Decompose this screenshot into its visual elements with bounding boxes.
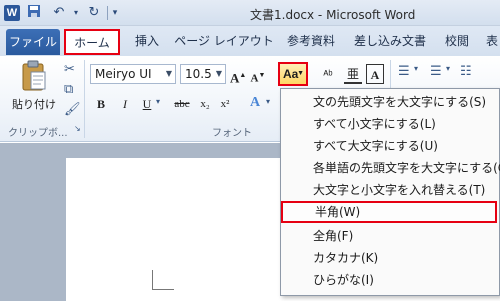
- customize-qat-icon[interactable]: ▾: [110, 4, 120, 22]
- menu-item-hiragana[interactable]: ひらがな(I): [281, 269, 499, 291]
- menu-item-uppercase[interactable]: すべて大文字にする(U): [281, 135, 499, 157]
- clipboard-group-label: クリップボ...: [8, 128, 68, 139]
- undo-dropdown-icon[interactable]: ▾: [72, 4, 80, 22]
- font-group-label: フォント: [212, 128, 252, 139]
- text-effects-icon[interactable]: A: [246, 93, 264, 113]
- undo-icon[interactable]: ↶: [48, 4, 70, 22]
- text-effects-dropdown-icon[interactable]: ▾: [266, 97, 270, 106]
- redo-icon[interactable]: ↻: [86, 4, 102, 22]
- clipboard-launcher-icon[interactable]: ↘: [74, 124, 81, 133]
- group-separator: [84, 60, 85, 138]
- numbering-dropdown-icon[interactable]: ▾: [446, 64, 450, 73]
- tab-file[interactable]: ファイル: [6, 29, 60, 55]
- title-bar: W ↶ ▾ ↻ ▾ 文書1.docx - Microsoft Word: [0, 0, 500, 26]
- font-size-dropdown-icon[interactable]: ▼: [216, 65, 222, 83]
- change-case-label: Aa: [283, 67, 299, 81]
- character-border-icon[interactable]: A: [366, 64, 384, 84]
- clear-formatting-icon[interactable]: ᴬᵇ: [318, 65, 338, 85]
- format-painter-icon[interactable]: 🖌: [64, 102, 81, 117]
- tab-home[interactable]: ホーム: [64, 29, 120, 55]
- underline-dropdown-icon[interactable]: ▾: [156, 97, 160, 106]
- tab-insert[interactable]: 挿入: [128, 26, 166, 56]
- paste-button[interactable]: 貼り付け: [12, 96, 56, 112]
- font-name-dropdown-icon[interactable]: ▼: [166, 65, 172, 83]
- bullets-icon[interactable]: ☰: [398, 64, 410, 79]
- font-name-value: Meiryo UI: [95, 67, 152, 81]
- change-case-menu: 文の先頭文字を大文字にする(S) すべて小文字にする(L) すべて大文字にする(…: [280, 88, 500, 296]
- phonetic-guide-icon[interactable]: 亜: [344, 64, 362, 84]
- multilevel-list-icon[interactable]: ☷: [460, 64, 472, 79]
- change-case-button[interactable]: Aa ▼: [278, 62, 308, 86]
- underline-icon[interactable]: U: [140, 94, 154, 114]
- tab-references[interactable]: 参考資料: [280, 26, 342, 56]
- font-name-combo[interactable]: Meiryo UI ▼: [90, 64, 176, 84]
- menu-item-sentence-case[interactable]: 文の先頭文字を大文字にする(S): [281, 91, 499, 113]
- tab-review[interactable]: 校閲: [438, 26, 476, 56]
- tab-view[interactable]: 表: [484, 26, 500, 56]
- change-case-dropdown-icon: ▼: [297, 70, 304, 77]
- margin-corner-mark: [152, 270, 174, 290]
- tab-page-layout[interactable]: ページ レイアウト: [174, 26, 274, 56]
- menu-item-full-width[interactable]: 全角(F): [281, 225, 499, 247]
- subscript-icon[interactable]: x₂: [198, 94, 212, 114]
- grow-font-icon[interactable]: A▲: [230, 65, 246, 85]
- tab-mailings[interactable]: 差し込み文書: [348, 26, 432, 56]
- strikethrough-icon[interactable]: abc: [170, 94, 194, 114]
- menu-item-katakana[interactable]: カタカナ(K): [281, 247, 499, 269]
- bullets-dropdown-icon[interactable]: ▾: [414, 64, 418, 73]
- menu-item-lowercase[interactable]: すべて小文字にする(L): [281, 113, 499, 135]
- superscript-icon[interactable]: x²: [218, 94, 232, 114]
- window-title: 文書1.docx - Microsoft Word: [250, 8, 416, 22]
- menu-item-half-width[interactable]: 半角(W): [281, 201, 497, 223]
- copy-icon[interactable]: ⧉: [64, 82, 73, 97]
- font-size-value: 10.5: [185, 67, 212, 81]
- italic-icon[interactable]: I: [118, 94, 132, 114]
- qat-separator: [107, 6, 108, 20]
- word-app-icon[interactable]: W: [4, 5, 20, 21]
- bold-icon[interactable]: B: [94, 94, 108, 114]
- menu-item-toggle-case[interactable]: 大文字と小文字を入れ替える(T): [281, 179, 499, 201]
- save-icon[interactable]: [26, 4, 42, 22]
- paste-icon[interactable]: [20, 60, 48, 92]
- font-size-combo[interactable]: 10.5 ▼: [180, 64, 226, 84]
- ribbon-tabs: ファイル ホーム 挿入 ページ レイアウト 参考資料 差し込み文書 校閲 表: [0, 26, 500, 56]
- numbering-icon[interactable]: ☰: [430, 64, 442, 79]
- menu-item-capitalize-each-word[interactable]: 各単語の先頭文字を大文字にする(C): [281, 157, 500, 179]
- cut-icon[interactable]: ✂: [64, 62, 75, 77]
- shrink-font-icon[interactable]: A▼: [250, 65, 266, 85]
